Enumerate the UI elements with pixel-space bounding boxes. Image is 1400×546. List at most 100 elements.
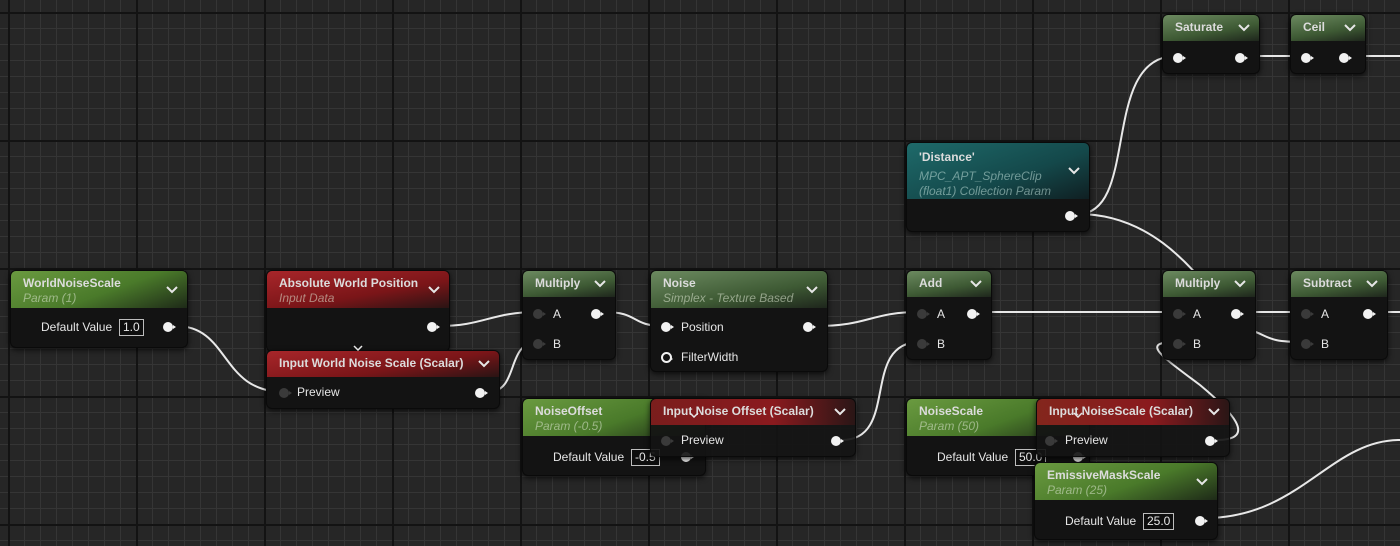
node-multiply[interactable]: Multiply A B (522, 270, 616, 360)
input-pin-preview[interactable] (279, 388, 292, 398)
node-title: Input World Noise Scale (Scalar) (279, 356, 464, 370)
output-pin[interactable] (831, 436, 844, 446)
node-header[interactable]: Multiply (523, 271, 615, 297)
output-pin[interactable] (475, 388, 488, 398)
wire-emissivemaskscale-out (1204, 439, 1400, 519)
node-header[interactable]: Add (907, 271, 991, 297)
node-header[interactable]: Ceil (1291, 15, 1365, 41)
chevron-down-icon[interactable] (165, 283, 179, 297)
node-header[interactable]: Saturate (1163, 15, 1259, 41)
default-value-label: Default Value (937, 450, 1009, 464)
node-header[interactable]: EmissiveMaskScale Param (25) (1035, 463, 1217, 500)
pin-label-a: A (937, 307, 946, 321)
pin-label-b: B (1321, 337, 1330, 351)
input-pin-b[interactable] (917, 339, 930, 349)
node-title: 'Distance' (919, 150, 975, 164)
node-header[interactable]: Input NoiseScale (Scalar) (1037, 399, 1229, 425)
input-pin[interactable] (1173, 53, 1186, 63)
input-pin-b[interactable] (1301, 339, 1314, 349)
output-pin[interactable] (1363, 309, 1376, 319)
node-title: Noise (663, 276, 696, 290)
node-header[interactable]: Multiply (1163, 271, 1255, 297)
input-pin-a[interactable] (1301, 309, 1314, 319)
pin-label-preview: Preview (681, 433, 724, 447)
chevron-down-icon[interactable] (805, 283, 819, 297)
chevron-down-icon[interactable] (1195, 475, 1209, 489)
node-header[interactable]: Absolute World Position Input Data (267, 271, 449, 308)
output-pin[interactable] (803, 322, 816, 332)
node-header[interactable]: Input Noise Offset (Scalar) (651, 399, 855, 425)
node-world-noise-scale[interactable]: WorldNoiseScale Param (1) Default Value … (10, 270, 188, 348)
node-multiply-2[interactable]: Multiply A B (1162, 270, 1256, 360)
input-pin-position[interactable] (661, 322, 674, 332)
node-title: EmissiveMaskScale (1047, 468, 1161, 482)
output-pin[interactable] (1205, 436, 1218, 446)
node-ceil[interactable]: Ceil (1290, 14, 1366, 74)
node-absolute-world-position[interactable]: Absolute World Position Input Data (266, 270, 450, 352)
pin-label-a: A (553, 307, 562, 321)
chevron-down-icon[interactable] (1067, 164, 1081, 178)
node-input-world-noise-scale[interactable]: Input World Noise Scale (Scalar) Preview (266, 350, 500, 409)
chevron-down-icon (353, 345, 363, 351)
input-pin-preview[interactable] (661, 436, 674, 446)
pin-label-b: B (553, 337, 562, 351)
input-pin-b[interactable] (1173, 339, 1186, 349)
input-pin-preview[interactable] (1045, 436, 1058, 446)
output-pin[interactable] (1339, 53, 1352, 63)
chevron-down-icon[interactable] (833, 405, 847, 419)
input-pin-a[interactable] (533, 309, 546, 319)
output-pin[interactable] (967, 309, 980, 319)
chevron-down-icon[interactable] (1207, 405, 1221, 419)
pin-label-a: A (1321, 307, 1330, 321)
node-header[interactable]: Input World Noise Scale (Scalar) (267, 351, 499, 377)
chevron-down-icon[interactable] (477, 357, 491, 371)
node-header[interactable]: Subtract (1291, 271, 1387, 297)
node-title: WorldNoiseScale (23, 276, 121, 290)
default-value-label: Default Value (1065, 514, 1137, 528)
chevron-down-icon[interactable] (1237, 21, 1251, 35)
pin-label-preview: Preview (1065, 433, 1108, 447)
output-pin[interactable] (1231, 309, 1244, 319)
output-pin[interactable] (1065, 211, 1078, 221)
node-title: Absolute World Position (279, 276, 419, 290)
chevron-down-icon[interactable] (593, 277, 607, 291)
node-distance-collection-param[interactable]: 'Distance' MPC_APT_SphereClip (float1) C… (906, 142, 1090, 232)
pin-label-preview: Preview (297, 385, 340, 399)
input-pin-filterwidth[interactable] (661, 352, 673, 363)
chevron-down-icon[interactable] (969, 277, 983, 291)
output-pin[interactable] (591, 309, 604, 319)
default-value-input[interactable]: 25.0 (1143, 513, 1175, 530)
node-saturate[interactable]: Saturate (1162, 14, 1260, 74)
pin-label-b: B (937, 337, 946, 351)
default-value-label: Default Value (41, 320, 113, 334)
input-pin-b[interactable] (533, 339, 546, 349)
node-subtitle: Input Data (279, 291, 335, 305)
node-header[interactable]: 'Distance' MPC_APT_SphereClip (float1) C… (907, 143, 1089, 199)
input-pin[interactable] (1301, 53, 1314, 63)
chevron-down-icon[interactable] (427, 283, 441, 297)
chevron-down-icon (689, 412, 699, 418)
output-pin[interactable] (163, 322, 176, 332)
node-subtract[interactable]: Subtract A B (1290, 270, 1388, 360)
output-pin[interactable] (1195, 516, 1208, 526)
output-pin[interactable] (1235, 53, 1248, 63)
default-value-input[interactable]: 1.0 (119, 319, 144, 336)
pin-label-position: Position (681, 320, 724, 334)
node-header[interactable]: Noise Simplex - Texture Based (651, 271, 827, 308)
node-add[interactable]: Add A B (906, 270, 992, 360)
output-pin[interactable] (427, 322, 440, 332)
chevron-down-icon[interactable] (1233, 277, 1247, 291)
chevron-down-icon (1073, 412, 1083, 418)
node-input-noise-offset[interactable]: Input Noise Offset (Scalar) Preview (650, 398, 856, 457)
node-header[interactable]: WorldNoiseScale Param (1) (11, 271, 187, 308)
chevron-down-icon[interactable] (1365, 277, 1379, 291)
node-emissive-mask-scale[interactable]: EmissiveMaskScale Param (25) Default Val… (1034, 462, 1218, 540)
node-subtitle: Param (1) (23, 291, 77, 305)
node-subtitle: Simplex - Texture Based (663, 291, 794, 305)
node-input-noise-scale[interactable]: Input NoiseScale (Scalar) Preview (1036, 398, 1230, 457)
input-pin-a[interactable] (1173, 309, 1186, 319)
node-subtitle-line2: (float1) Collection Param (919, 184, 1052, 198)
node-noise[interactable]: Noise Simplex - Texture Based Position F… (650, 270, 828, 372)
input-pin-a[interactable] (917, 309, 930, 319)
chevron-down-icon[interactable] (1343, 21, 1357, 35)
